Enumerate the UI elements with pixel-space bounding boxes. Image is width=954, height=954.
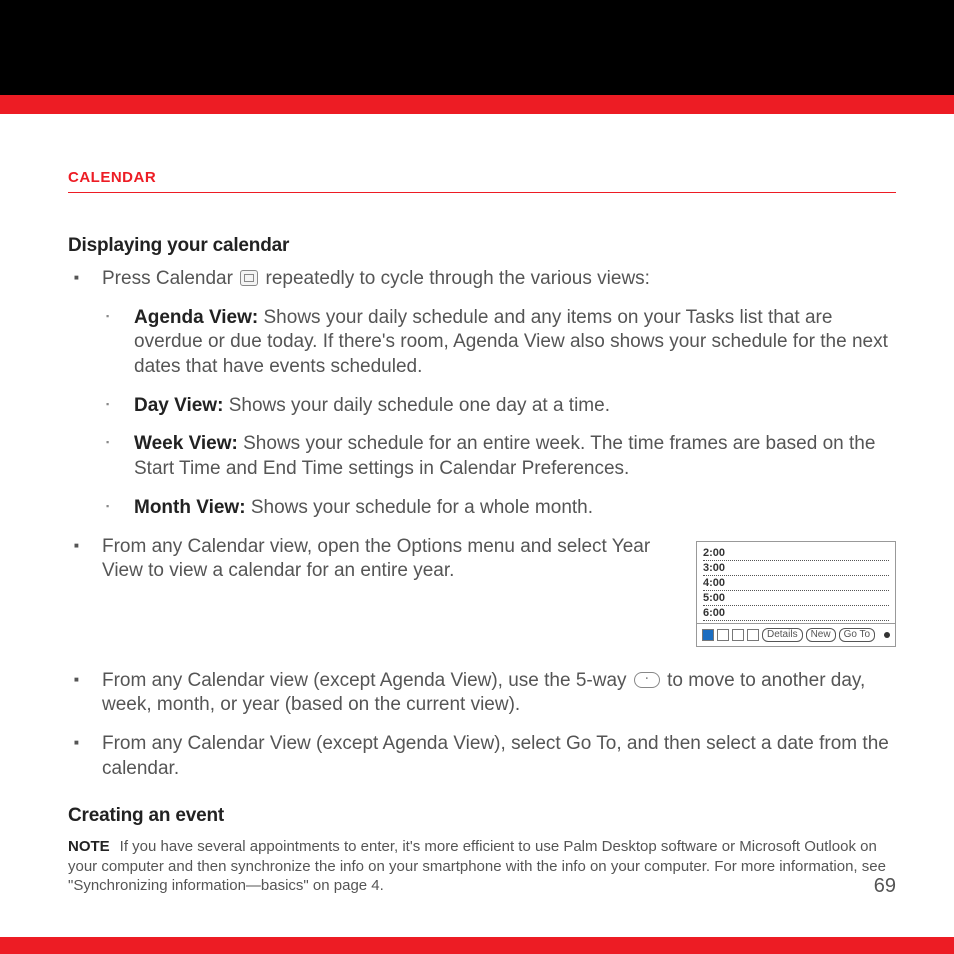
goto-text: From any Calendar View (except Agenda Vi… [102,733,889,779]
view-day-name: Day View: [134,395,223,416]
year-view-text: From any Calendar view, open the Options… [102,536,650,582]
view-agenda: Agenda View: Shows your daily schedule a… [102,306,896,380]
note-label: NOTE [68,838,110,855]
view-day-desc: Shows your daily schedule one day at a t… [223,395,610,416]
figure-goto-button: Go To [839,628,876,642]
view-month-desc: Shows your schedule for a whole month. [246,497,593,518]
view-week-name: Week View: [134,433,238,454]
figure-time-rows: 2:00 3:00 4:00 5:00 6:00 [697,542,895,623]
footer-red-bar [0,937,954,954]
section-creating-title: Creating an event [68,805,896,827]
view-toggle-icon [702,629,714,641]
figure-time-row: 2:00 [703,546,889,561]
view-day: Day View: Shows your daily schedule one … [102,394,896,419]
figure-new-button: New [806,628,836,642]
view-toggle-icon [717,629,729,641]
list-item-year-view: 2:00 3:00 4:00 5:00 6:00 Details New Go … [68,535,896,655]
view-week-desc: Shows your schedule for an entire week. … [134,433,875,479]
calendar-screenshot-figure: 2:00 3:00 4:00 5:00 6:00 Details New Go … [696,541,896,647]
list-item-goto: From any Calendar View (except Agenda Vi… [68,732,896,781]
note-block: NOTEIf you have several appointments to … [68,837,896,896]
figure-dot-icon [884,632,890,638]
page-content: CALENDAR Displaying your calendar Press … [0,114,954,896]
view-toggle-icon [747,629,759,641]
figure-time-row: 5:00 [703,591,889,606]
header-black-bar [0,0,954,95]
five-way-navigator-icon [634,672,660,688]
fiveway-before: From any Calendar view (except Agenda Vi… [102,670,632,691]
section-displaying-title: Displaying your calendar [68,235,896,257]
header-red-bar [0,95,954,114]
figure-time-row: 4:00 [703,576,889,591]
text-press-after: repeatedly to cycle through the various … [260,268,650,289]
list-item-press-calendar: Press Calendar repeatedly to cycle throu… [68,267,896,521]
view-toggle-icon [732,629,744,641]
view-week: Week View: Shows your schedule for an en… [102,432,896,481]
figure-time-row: 3:00 [703,561,889,576]
main-list: Press Calendar repeatedly to cycle throu… [68,267,896,781]
page-number: 69 [874,875,896,898]
views-list: Agenda View: Shows your daily schedule a… [102,306,896,521]
figure-details-button: Details [762,628,803,642]
view-agenda-name: Agenda View: [134,307,258,328]
calendar-button-icon [240,270,258,286]
figure-time-row: 6:00 [703,606,889,621]
view-month-name: Month View: [134,497,246,518]
chapter-title: CALENDAR [68,169,896,193]
view-month: Month View: Shows your schedule for a wh… [102,496,896,521]
text-press-before: Press Calendar [102,268,238,289]
list-item-5way: From any Calendar view (except Agenda Vi… [68,669,896,718]
note-text: If you have several appointments to ente… [68,838,886,894]
figure-toolbar: Details New Go To [697,623,895,646]
